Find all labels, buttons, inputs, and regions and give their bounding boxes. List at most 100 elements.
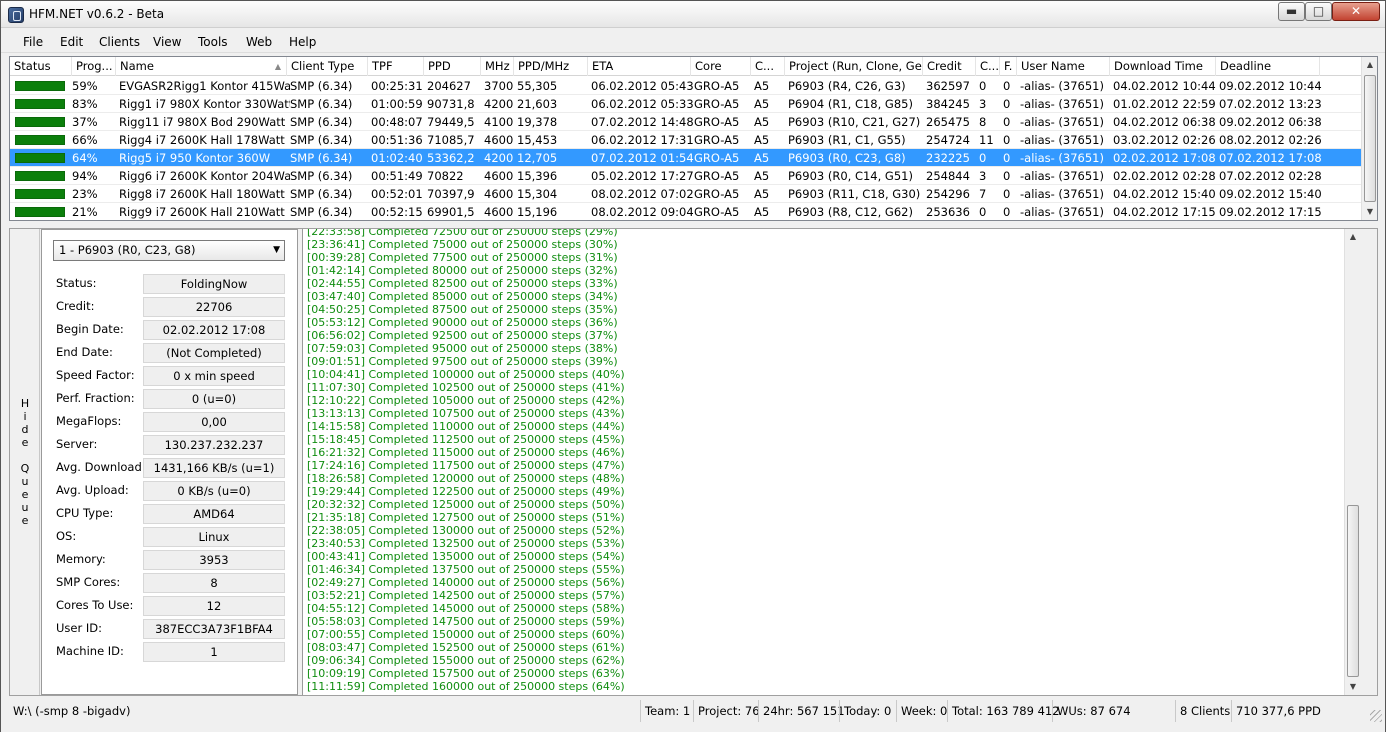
detail-label: Memory:	[56, 552, 106, 566]
log-line: [08:03:47] Completed 152500 out of 25000…	[307, 641, 625, 654]
grid-scrollbar[interactable]: ▲ ▼	[1361, 57, 1377, 220]
col-mhz[interactable]: MHz	[481, 57, 514, 76]
log-scroll-up-icon[interactable]: ▲	[1345, 229, 1360, 245]
detail-value: 8	[143, 573, 285, 593]
menu-edit[interactable]: Edit	[60, 35, 83, 49]
log-line: [03:47:40] Completed 85000 out of 250000…	[307, 290, 618, 303]
cell-core: GRO-A5	[694, 169, 740, 183]
log-line: [05:53:12] Completed 90000 out of 250000…	[307, 316, 618, 329]
log-scroll-thumb[interactable]	[1347, 505, 1359, 677]
col-ppd[interactable]: PPD	[424, 57, 481, 76]
log-scroll-down-icon[interactable]: ▼	[1345, 679, 1360, 695]
col-project[interactable]: Project (Run, Clone, Gen)	[785, 57, 923, 76]
cell-ppdmhz: 19,378	[517, 115, 558, 129]
clients-grid[interactable]: Status Prog... Name ▲ Client Type TPF PPD…	[9, 56, 1378, 221]
maximize-button[interactable]: □	[1305, 2, 1332, 21]
scroll-thumb[interactable]	[1364, 75, 1376, 202]
col-ppd-mhz[interactable]: PPD/MHz	[514, 57, 588, 76]
log-line: [21:35:18] Completed 127500 out of 25000…	[307, 511, 625, 524]
cell-progress: 66%	[72, 133, 98, 147]
cell-core: GRO-A5	[694, 115, 740, 129]
log-panel[interactable]: [22:33:58] Completed 72500 out of 250000…	[302, 229, 1360, 695]
cell-c: A5	[754, 97, 770, 111]
grid-row[interactable]: 83% Rigg1 i7 980X Kontor 330Watt SMP (6.34…	[10, 95, 1362, 113]
menu-help[interactable]: Help	[289, 35, 316, 49]
col-name[interactable]: Name ▲	[116, 57, 287, 76]
cell-name: Rigg4 i7 2600K Hall 178Watt	[119, 133, 285, 147]
queue-entry-select[interactable]: 1 - P6903 (R0, C23, G8) ▼	[53, 240, 285, 261]
col-completed[interactable]: C...	[976, 57, 1000, 76]
hide-queue-letter: e	[21, 488, 29, 501]
minimize-button[interactable]: ▬	[1278, 2, 1305, 21]
grid-row[interactable]: 59% EVGASR2Rigg1 Kontor 415Watt SMP (6.34)…	[10, 77, 1362, 95]
col-credit[interactable]: Credit	[923, 57, 976, 76]
grid-row[interactable]: 21% Rigg9 i7 2600K Hall 210Watt SMP (6.34)…	[10, 203, 1362, 220]
detail-label: Perf. Fraction:	[56, 391, 135, 405]
detail-value: 0,00	[143, 412, 285, 432]
grid-row[interactable]: 23% Rigg8 i7 2600K Hall 180Watt SMP (6.34)…	[10, 185, 1362, 203]
log-line: [00:39:28] Completed 77500 out of 250000…	[307, 251, 618, 264]
detail-label: User ID:	[56, 621, 102, 635]
col-name-label: Name	[120, 59, 154, 73]
col-failed[interactable]: F.	[1000, 57, 1017, 76]
cell-f: 0	[1003, 169, 1011, 183]
menu-tools[interactable]: Tools	[198, 35, 228, 49]
col-core-version[interactable]: C...	[751, 57, 785, 76]
title-bar[interactable]: HFM.NET v0.6.2 - Beta ▬ □ ✕	[1, 1, 1385, 28]
menu-view[interactable]: View	[153, 35, 181, 49]
cell-user: -alias- (37651)	[1020, 205, 1104, 219]
hide-queue-button[interactable]: HideQueue	[10, 229, 40, 695]
cell-progress: 23%	[72, 187, 98, 201]
cell-c: A5	[754, 133, 770, 147]
col-core[interactable]: Core	[691, 57, 751, 76]
cell-eta: 08.02.2012 09:04	[591, 205, 694, 219]
grid-row[interactable]: 66% Rigg4 i7 2600K Hall 178Watt SMP (6.34)…	[10, 131, 1362, 149]
detail-value: (Not Completed)	[143, 343, 285, 363]
cell-core: GRO-A5	[694, 79, 740, 93]
col-download-time[interactable]: Download Time	[1110, 57, 1216, 76]
cell-mhz: 4600	[484, 205, 514, 219]
col-client-type[interactable]: Client Type	[287, 57, 368, 76]
log-scrollbar[interactable]: ▲ ▼	[1344, 229, 1360, 695]
log-line: [10:04:41] Completed 100000 out of 25000…	[307, 368, 625, 381]
menu-web[interactable]: Web	[246, 35, 272, 49]
cell-f: 0	[1003, 115, 1011, 129]
cell-f: 0	[1003, 187, 1011, 201]
log-line: [01:42:14] Completed 80000 out of 250000…	[307, 264, 618, 277]
queue-entry-value: 1 - P6903 (R0, C23, G8)	[59, 243, 196, 257]
detail-value: 387ECC3A73F1BFA4	[143, 619, 285, 639]
col-eta[interactable]: ETA	[588, 57, 691, 76]
queue-details-panel: 1 - P6903 (R0, C23, G8) ▼ Status: Folding…	[41, 229, 298, 695]
col-deadline[interactable]: Deadline	[1216, 57, 1320, 76]
cell-deadline: 07.02.2012 13:23	[1219, 97, 1322, 111]
cell-ppd: 71085,7	[427, 133, 475, 147]
cell-ppdmhz: 15,304	[517, 187, 558, 201]
resize-grip-icon[interactable]	[1370, 710, 1382, 722]
cell-f: 0	[1003, 97, 1011, 111]
cell-c: A5	[754, 187, 770, 201]
status-indicator	[15, 207, 65, 217]
cell-user: -alias- (37651)	[1020, 133, 1104, 147]
col-status[interactable]: Status	[10, 57, 72, 76]
cell-tpf: 01:02:40	[371, 151, 423, 165]
menu-file[interactable]: File	[23, 35, 43, 49]
scroll-down-arrow-icon[interactable]: ▼	[1362, 204, 1377, 220]
cell-client: SMP (6.34)	[290, 151, 353, 165]
detail-label: OS:	[56, 529, 77, 543]
grid-row[interactable]: 94% Rigg6 i7 2600K Kontor 204Watt SMP (6.3…	[10, 167, 1362, 185]
close-button[interactable]: ✕	[1332, 2, 1380, 21]
col-user-name[interactable]: User Name	[1017, 57, 1110, 76]
col-tpf[interactable]: TPF	[368, 57, 424, 76]
cell-progress: 37%	[72, 115, 98, 129]
detail-label: MegaFlops:	[56, 414, 122, 428]
col-progress[interactable]: Prog...	[72, 57, 116, 76]
menu-clients[interactable]: Clients	[99, 35, 140, 49]
cell-download: 02.02.2012 17:08	[1113, 151, 1216, 165]
grid-row[interactable]: 37% Rigg11 i7 980X Bod 290Watt SMP (6.34) 0…	[10, 113, 1362, 131]
grid-row[interactable]: 64% Rigg5 i7 950 Kontor 360W SMP (6.34) 01:…	[10, 149, 1362, 167]
cell-user: -alias- (37651)	[1020, 115, 1104, 129]
cell-eta: 05.02.2012 17:27	[591, 169, 694, 183]
cell-tpf: 00:51:49	[371, 169, 423, 183]
scroll-up-arrow-icon[interactable]: ▲	[1362, 57, 1377, 73]
cell-credit: 254724	[926, 133, 970, 147]
